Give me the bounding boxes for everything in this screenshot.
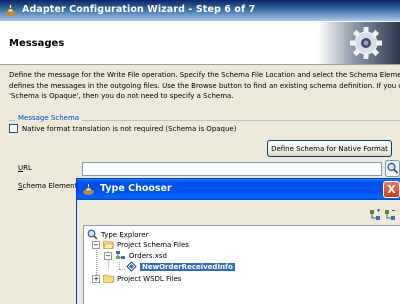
tree-expander[interactable]: +	[92, 274, 100, 283]
url-label-rest: RL	[23, 164, 32, 172]
page-title: Messages	[9, 38, 65, 49]
url-label: URL	[18, 164, 32, 172]
tree-item-label-selected: NewOrderReceivedInfo	[140, 262, 235, 271]
tree-expander[interactable]: −	[92, 240, 100, 249]
message-schema-group-label: Message Schema	[15, 114, 83, 122]
browse-search-icon[interactable]	[385, 160, 400, 177]
wizard-header: Messages	[0, 21, 400, 65]
tree-item-orders-xsd[interactable]: − Orders.xsd	[104, 250, 167, 261]
tree-item-project-schema-files[interactable]: − Project Schema Files	[92, 239, 189, 250]
opaque-schema-checkbox[interactable]	[9, 124, 18, 133]
folder-icon	[103, 274, 114, 283]
tree-item-label: Type Explorer	[101, 230, 149, 239]
url-input[interactable]	[82, 162, 382, 176]
type-chooser-titlebar[interactable]: Type Chooser X	[77, 179, 400, 200]
type-chooser-dialog: Type Chooser X Type Explorer − Project S…	[76, 178, 400, 304]
schema-file-icon	[116, 251, 125, 259]
collapse-all-icon[interactable]	[384, 209, 396, 221]
tree-item-project-wsdl-files[interactable]: + Project WSDL Files	[92, 273, 181, 284]
step-description: Define the message for the Write File op…	[9, 70, 400, 102]
tree-connector	[119, 262, 120, 269]
schema-element-label-rest: chema Element	[22, 182, 78, 190]
schema-element-label: Schema Element	[18, 182, 77, 190]
opaque-schema-option[interactable]: Native format translation is not require…	[9, 124, 236, 133]
element-diamond-icon	[126, 261, 137, 272]
type-chooser-app-icon	[83, 184, 94, 195]
define-schema-button[interactable]: Define Schema for Native Format	[267, 140, 392, 157]
description-line: defines the messages in the outgoing fil…	[9, 81, 400, 90]
tree-item-label: Orders.xsd	[129, 251, 167, 260]
type-chooser-title: Type Chooser	[100, 183, 172, 194]
gear-banner-icon	[318, 22, 400, 64]
wizard-app-icon	[5, 5, 16, 16]
tree-expander[interactable]: −	[104, 251, 112, 260]
expand-all-icon[interactable]	[369, 209, 381, 221]
close-button[interactable]: X	[383, 181, 400, 198]
type-explorer-tree[interactable]: Type Explorer − Project Schema Files − O…	[83, 225, 400, 304]
folder-open-icon	[103, 240, 114, 249]
opaque-schema-checkbox-label[interactable]: Native format translation is not require…	[22, 125, 236, 133]
tree-connector	[119, 269, 125, 270]
tree-item-new-order-received-info[interactable]: NewOrderReceivedInfo	[126, 261, 235, 272]
tree-item-label: Project Schema Files	[117, 240, 189, 249]
wizard-title: Adapter Configuration Wizard - Step 6 of…	[22, 4, 256, 15]
description-line: Define the message for the Write File op…	[9, 71, 400, 79]
tree-item-label: Project WSDL Files	[117, 274, 182, 283]
wizard-titlebar[interactable]: Adapter Configuration Wizard - Step 6 of…	[0, 0, 400, 21]
description-line: 'Schema is Opaque', then you do not need…	[9, 92, 234, 100]
